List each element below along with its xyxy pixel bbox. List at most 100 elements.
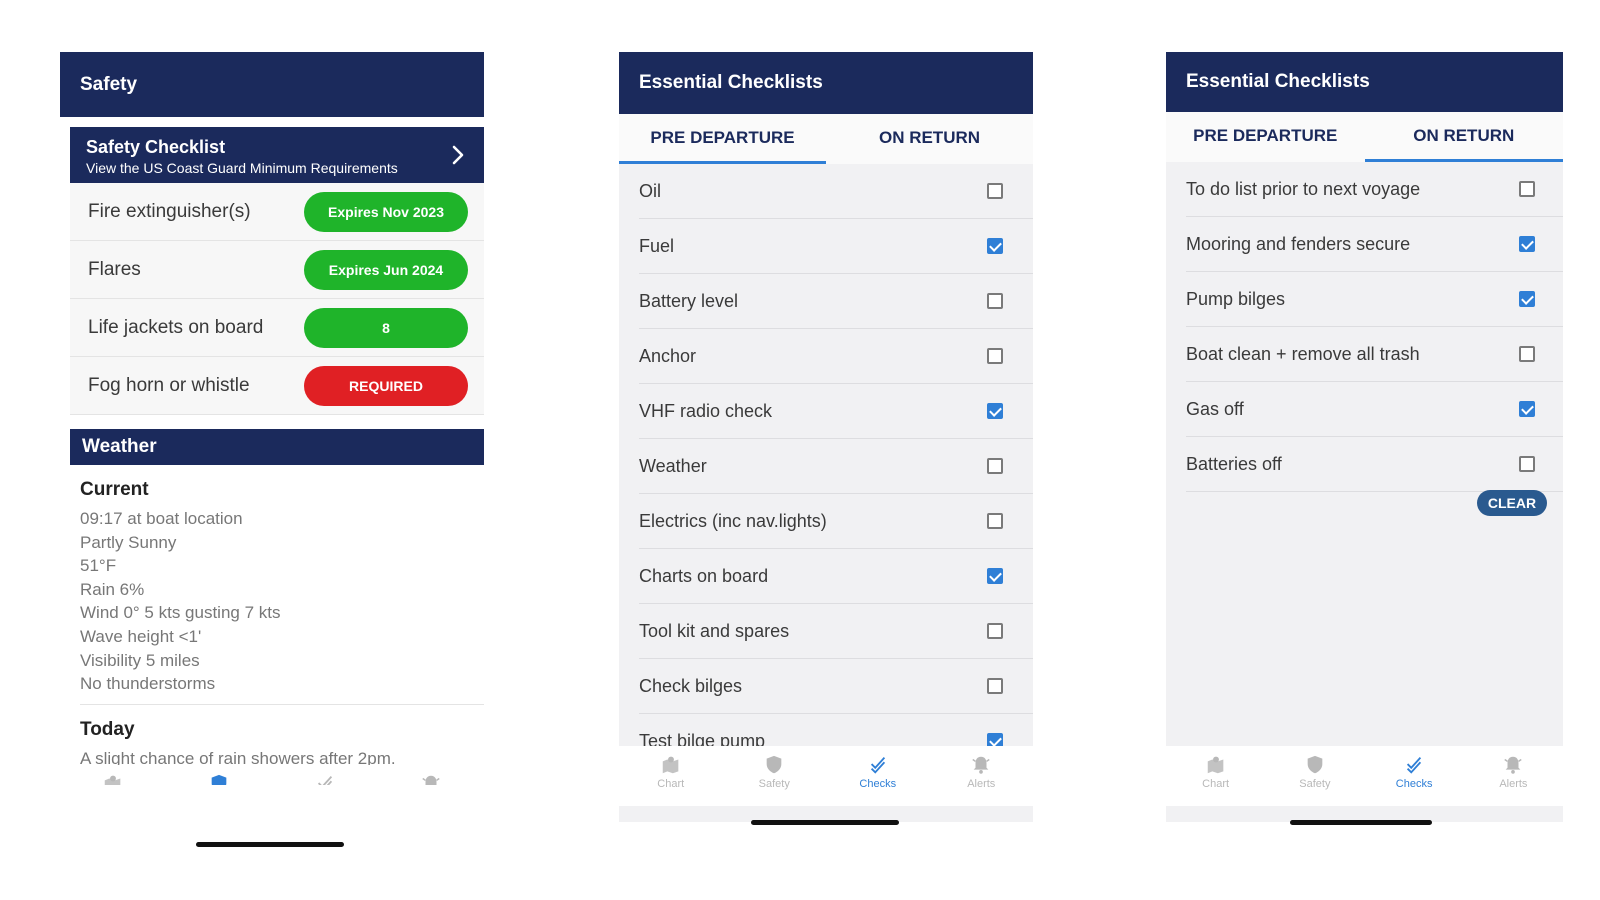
checklist-item-label: VHF radio check: [639, 400, 773, 421]
shield-icon: [1307, 755, 1323, 774]
weather-detail-line: Rain 6%: [80, 579, 145, 599]
nav-item-alerts[interactable]: Alerts: [930, 746, 1034, 806]
status-badge: Expires Jun 2024: [304, 249, 468, 290]
nav-item-label: Safety: [758, 778, 790, 790]
weather-detail-line: 51°F: [80, 556, 117, 576]
unchecked-checkbox[interactable]: [987, 458, 1003, 474]
safety-item-label: Fog horn or whistle: [88, 374, 250, 396]
weather-header: Weather: [70, 429, 484, 465]
tab-on-return[interactable]: ON RETURN: [826, 114, 1033, 164]
nav-item-checks[interactable]: Checks: [826, 746, 930, 806]
nav-item-safety[interactable]: Safety: [166, 765, 272, 785]
safety-checklist-link[interactable]: Safety Checklist View the US Coast Guard…: [70, 127, 484, 183]
checklists-on-return-screen: Essential Checklists PRE DEPARTURE ON RE…: [1166, 52, 1563, 822]
tab-pre-departure[interactable]: PRE DEPARTURE: [619, 114, 826, 164]
unchecked-checkbox[interactable]: [1519, 346, 1535, 362]
checklist-tabs: PRE DEPARTURE ON RETURN: [1166, 112, 1563, 162]
weather-title: Weather: [82, 436, 157, 457]
bottom-nav: Chart SafetyChecks Alerts: [1166, 746, 1563, 806]
nav-item-label: Alerts: [1499, 778, 1528, 790]
checked-checkbox[interactable]: [987, 238, 1003, 254]
checklist-item[interactable]: To do list prior to next voyage: [1186, 162, 1563, 217]
checked-checkbox[interactable]: [1519, 236, 1535, 252]
safety-item-row[interactable]: Fire extinguisher(s) Expires Nov 2023: [70, 183, 484, 241]
screen-title: Essential Checklists: [1186, 71, 1370, 92]
checklist-item-label: Tool kit and spares: [639, 620, 790, 641]
nav-item-alerts[interactable]: Alerts: [1464, 746, 1563, 806]
shield-icon: [211, 774, 227, 785]
checklist-item-label: Charts on board: [639, 565, 769, 586]
tab-on-return[interactable]: ON RETURN: [1364, 112, 1563, 162]
checklist-item[interactable]: Battery level: [639, 274, 1033, 329]
bell-icon: [1504, 756, 1523, 774]
weather-detail-line: Wave height <1': [80, 626, 202, 646]
status-badge: Expires Nov 2023: [304, 191, 468, 232]
checklist-item-label: Pump bilges: [1186, 288, 1286, 309]
nav-item-checks[interactable]: Checks: [272, 765, 378, 785]
clear-button[interactable]: CLEAR: [1477, 490, 1547, 516]
bottom-nav: ChartSafetyChecksAlerts: [60, 765, 484, 785]
weather-detail-line: Partly Sunny: [80, 532, 177, 552]
nav-item-safety[interactable]: Safety: [723, 746, 827, 806]
safety-item-row[interactable]: Life jackets on board 8: [70, 299, 484, 357]
chevron-right-icon: [452, 145, 464, 165]
bottom-nav: Chart Safety Checks Alerts: [619, 746, 1033, 806]
checklist-item[interactable]: Anchor: [639, 329, 1033, 384]
checked-checkbox[interactable]: [987, 568, 1003, 584]
checklist-item-label: Mooring and fenders secure: [1186, 233, 1411, 254]
unchecked-checkbox[interactable]: [987, 183, 1003, 199]
screen-title: Safety: [80, 73, 138, 95]
checked-checkbox[interactable]: [987, 403, 1003, 419]
checklists-pre-departure-screen: Essential Checklists PRE DEPARTURE ON RE…: [619, 52, 1033, 822]
checklist-tabs: PRE DEPARTURE ON RETURN: [619, 114, 1033, 164]
checked-checkbox[interactable]: [1519, 291, 1535, 307]
pre-departure-checklist: Oil Fuel Battery level Anchor VHF radio chec…: [619, 164, 1033, 769]
nav-item-label: Chart: [1202, 778, 1230, 790]
checklist-item[interactable]: Oil: [639, 164, 1033, 219]
checklist-item[interactable]: Check bilges: [639, 659, 1033, 714]
checklist-item[interactable]: Pump bilges: [1186, 272, 1563, 327]
nav-item-chart[interactable]: Chart: [60, 765, 166, 785]
checklist-item-label: Electrics (inc nav.lights): [639, 510, 827, 531]
unchecked-checkbox[interactable]: [987, 513, 1003, 529]
nav-item-chart[interactable]: Chart: [619, 746, 723, 806]
on-return-checklist: To do list prior to next voyage Mooring a…: [1166, 162, 1563, 492]
checklist-item[interactable]: VHF radio check: [639, 384, 1033, 439]
safety-item-row[interactable]: Flares Expires Jun 2024: [70, 241, 484, 299]
checks-icon: [1407, 757, 1422, 774]
current-weather-title: Current: [80, 479, 149, 500]
unchecked-checkbox[interactable]: [1519, 181, 1535, 197]
unchecked-checkbox[interactable]: [1519, 456, 1535, 472]
checklist-item[interactable]: Fuel: [639, 219, 1033, 274]
nav-item-label: Checks: [859, 778, 897, 790]
bell-icon: [972, 756, 990, 774]
unchecked-checkbox[interactable]: [987, 348, 1003, 364]
nav-item-safety[interactable]: Safety: [1265, 746, 1364, 806]
nav-item-alerts[interactable]: Alerts: [378, 765, 484, 785]
tab-pre-departure[interactable]: PRE DEPARTURE: [1166, 112, 1365, 162]
unchecked-checkbox[interactable]: [987, 623, 1003, 639]
checklist-item-label: Oil: [639, 180, 661, 201]
checklist-item-label: Anchor: [639, 345, 697, 366]
checklist-item[interactable]: Tool kit and spares: [639, 604, 1033, 659]
unchecked-checkbox[interactable]: [987, 678, 1003, 694]
nav-item-label: Chart: [657, 778, 685, 790]
weather-detail-line: Wind 0° 5 kts gusting 7 kts: [80, 603, 281, 623]
nav-item-checks[interactable]: Checks: [1365, 746, 1464, 806]
unchecked-checkbox[interactable]: [987, 293, 1003, 309]
checklist-item[interactable]: Mooring and fenders secure: [1186, 217, 1563, 272]
weather-panel: Current 09:17 at boat location Partly Sun…: [80, 479, 484, 769]
checklist-item-label: Boat clean + remove all trash: [1186, 343, 1420, 364]
checklist-item[interactable]: Boat clean + remove all trash: [1186, 327, 1563, 382]
safety-item-row[interactable]: Fog horn or whistle REQUIRED: [70, 357, 484, 415]
checklist-item[interactable]: Weather: [639, 439, 1033, 494]
checklist-item[interactable]: Gas off: [1186, 382, 1563, 437]
safety-item-label: Life jackets on board: [88, 316, 264, 338]
app-bar: Essential Checklists: [1166, 52, 1563, 112]
checklist-item[interactable]: Electrics (inc nav.lights): [639, 494, 1033, 549]
checklist-item[interactable]: Batteries off: [1186, 437, 1563, 492]
checked-checkbox[interactable]: [1519, 401, 1535, 417]
map-icon: [662, 756, 679, 774]
checklist-item[interactable]: Charts on board: [639, 549, 1033, 604]
nav-item-chart[interactable]: Chart: [1166, 746, 1265, 806]
